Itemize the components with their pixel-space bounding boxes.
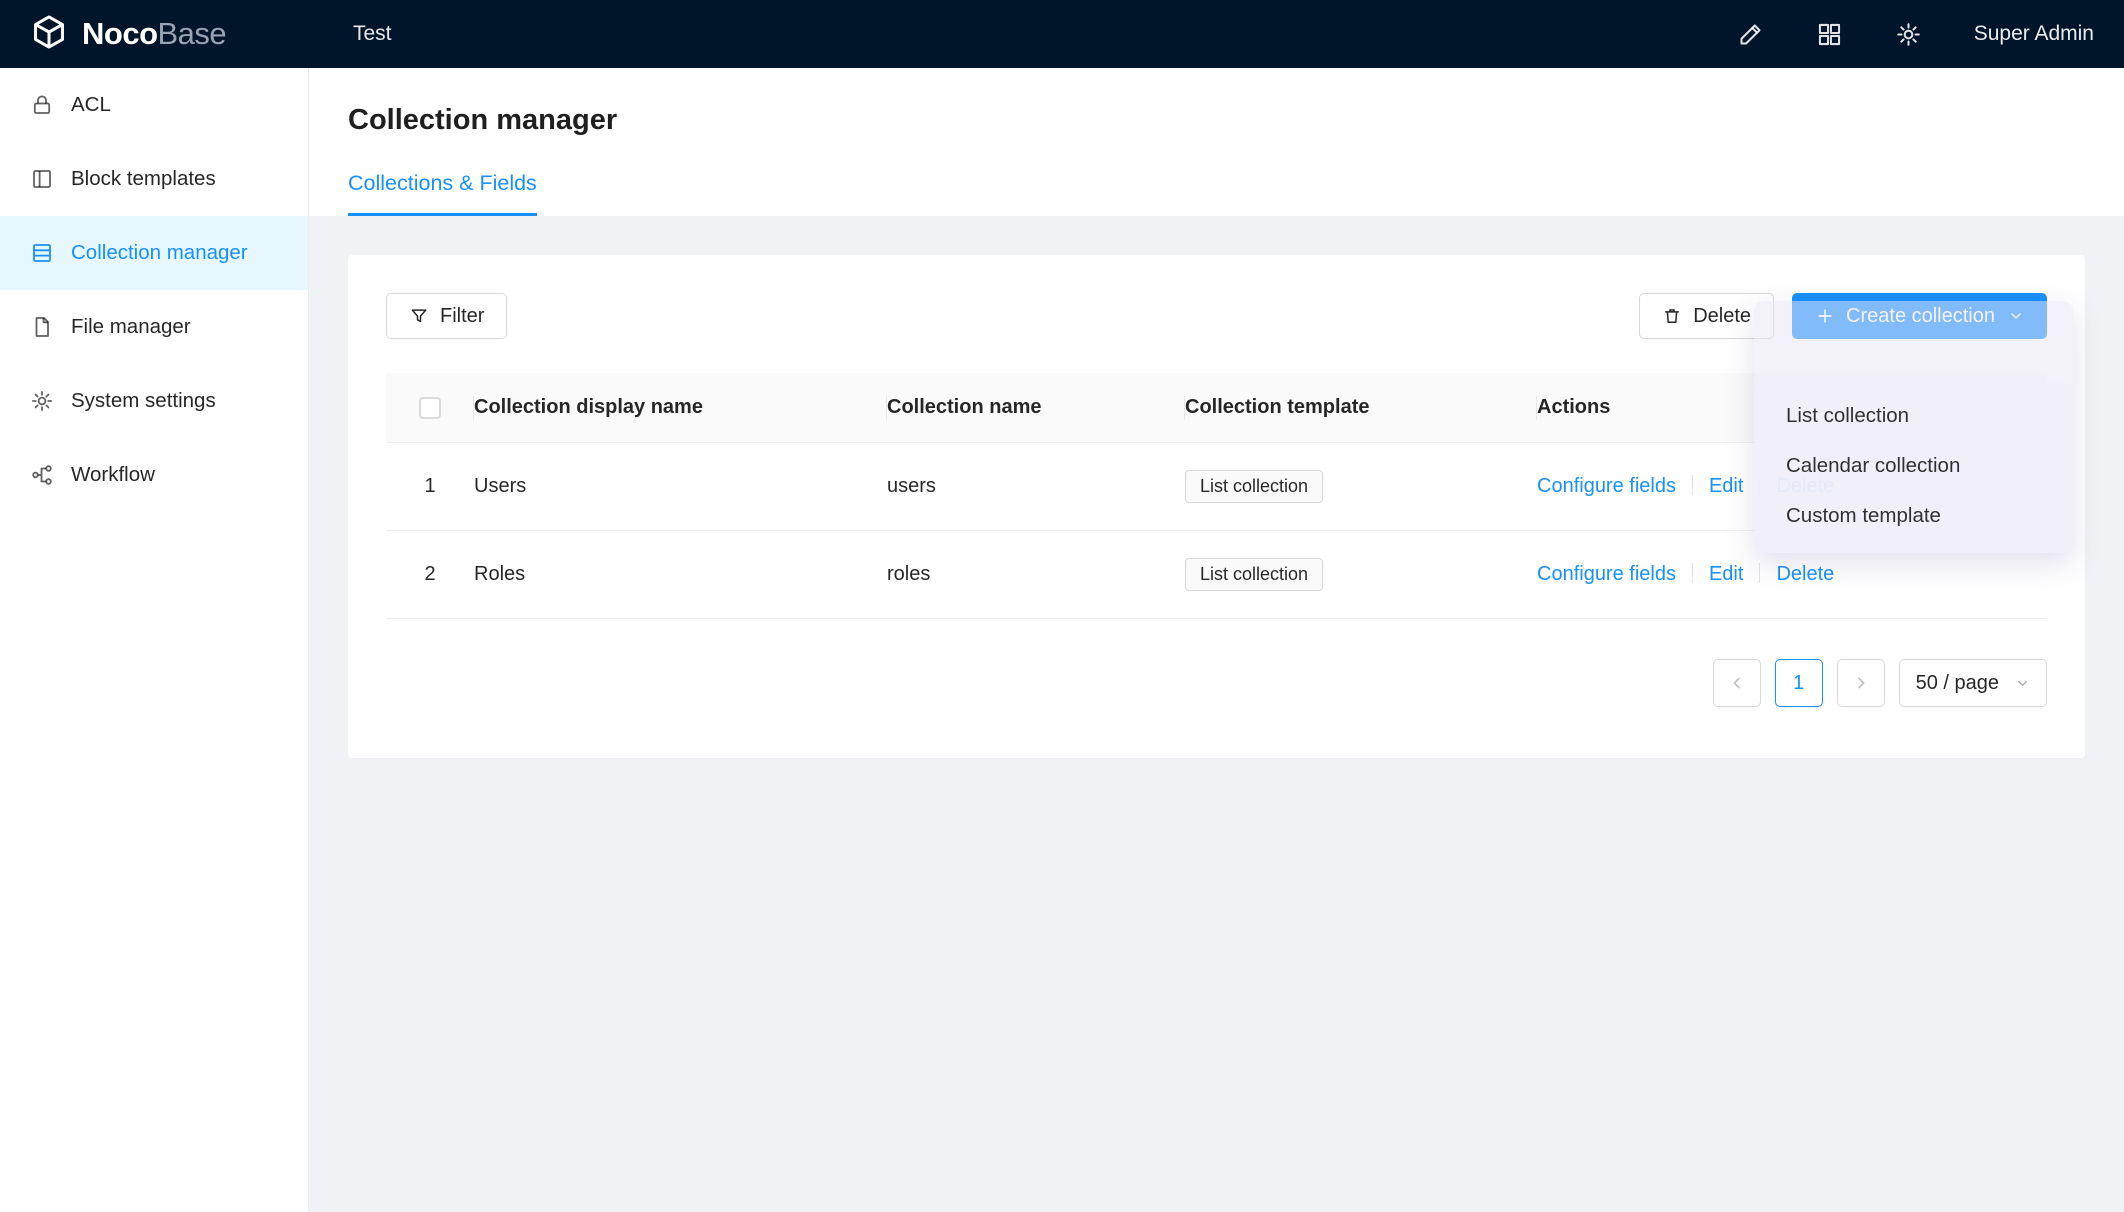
- sidebar-item-label: Collection manager: [71, 241, 248, 265]
- main-area: Collection manager Collections & Fields …: [309, 68, 2124, 1212]
- trash-icon: [1662, 306, 1682, 326]
- cube-logo-icon: [30, 13, 68, 56]
- row-index: 2: [386, 563, 474, 586]
- workflow-icon: [30, 463, 54, 487]
- menu-item-list-collection[interactable]: List collection: [1754, 391, 2073, 441]
- app-screen: NocoBase Test Sup: [0, 0, 2124, 1212]
- blocks-icon[interactable]: [1816, 21, 1843, 48]
- marker-icon[interactable]: [1737, 21, 1764, 48]
- row-collection-name: users: [887, 475, 1185, 498]
- sidebar: ACL Block templates Collection manager: [0, 68, 309, 1212]
- sidebar-item-label: ACL: [71, 93, 111, 117]
- app-logo[interactable]: NocoBase: [0, 13, 309, 56]
- header-right: Super Admin: [1737, 21, 2124, 48]
- sidebar-item-label: Block templates: [71, 167, 216, 191]
- row-collection-template: List collection: [1185, 470, 1537, 503]
- sidebar-item-file-manager[interactable]: File manager: [0, 290, 308, 364]
- gear-icon: [30, 389, 54, 413]
- page-size-select[interactable]: 50 / page: [1899, 659, 2047, 707]
- template-tag: List collection: [1185, 558, 1323, 591]
- nav-item-test[interactable]: Test: [343, 0, 402, 68]
- delete-button-label: Delete: [1693, 305, 1751, 328]
- tab-collections-fields[interactable]: Collections & Fields: [348, 171, 537, 216]
- chevron-right-icon: [1852, 674, 1870, 692]
- action-separator: [1759, 563, 1760, 583]
- configure-fields-link[interactable]: Configure fields: [1537, 475, 1676, 497]
- sidebar-item-collection-manager[interactable]: Collection manager: [0, 216, 308, 290]
- page-size-value: 50 / page: [1916, 672, 1999, 695]
- edit-link[interactable]: Edit: [1709, 563, 1743, 585]
- page-head: Collection manager Collections & Fields: [309, 68, 2124, 216]
- layout-icon: [30, 167, 54, 191]
- action-separator: [1692, 563, 1693, 583]
- logo-text-bold: Noco: [82, 16, 158, 51]
- header-checkbox-cell: [386, 373, 474, 442]
- template-tag: List collection: [1185, 470, 1323, 503]
- logo-text-light: Base: [158, 16, 227, 51]
- page-title: Collection manager: [348, 104, 2085, 137]
- logo-text: NocoBase: [82, 16, 226, 52]
- row-display-name: Users: [474, 475, 887, 498]
- row-display-name: Roles: [474, 563, 887, 586]
- menu-item-calendar-collection[interactable]: Calendar collection: [1754, 441, 2073, 491]
- column-header-display-name: Collection display name: [474, 373, 887, 442]
- filter-icon: [409, 306, 429, 326]
- sidebar-item-acl[interactable]: ACL: [0, 68, 308, 142]
- row-index: 1: [386, 475, 474, 498]
- user-menu[interactable]: Super Admin: [1974, 22, 2094, 46]
- create-collection-dropdown-overlay: List collection Calendar collection Cust…: [1754, 301, 2073, 553]
- top-header: NocoBase Test Sup: [0, 0, 2124, 68]
- sidebar-item-label: Workflow: [71, 463, 155, 487]
- page-number-1[interactable]: 1: [1775, 659, 1823, 707]
- file-icon: [30, 315, 54, 339]
- prev-page-button[interactable]: [1713, 659, 1761, 707]
- sidebar-item-block-templates[interactable]: Block templates: [0, 142, 308, 216]
- filter-button-label: Filter: [440, 305, 484, 328]
- sidebar-item-workflow[interactable]: Workflow: [0, 438, 308, 512]
- column-header-collection-template: Collection template: [1185, 373, 1537, 442]
- next-page-button[interactable]: [1837, 659, 1885, 707]
- header-nav: Test: [309, 0, 402, 68]
- filter-button[interactable]: Filter: [386, 293, 507, 339]
- sidebar-item-label: File manager: [71, 315, 191, 339]
- table-icon: [30, 241, 54, 265]
- row-actions: Configure fields Edit Delete: [1537, 563, 2047, 586]
- menu-item-custom-template[interactable]: Custom template: [1754, 491, 2073, 541]
- configure-fields-link[interactable]: Configure fields: [1537, 563, 1676, 585]
- chevron-down-icon: [2015, 676, 2030, 691]
- select-all-checkbox[interactable]: [419, 397, 441, 419]
- sidebar-item-system-settings[interactable]: System settings: [0, 364, 308, 438]
- tabs-bar: Collections & Fields: [348, 171, 2085, 216]
- create-collection-menu: List collection Calendar collection Cust…: [1754, 383, 2073, 553]
- pagination: 1 50 / page: [386, 659, 2047, 707]
- gear-icon[interactable]: [1895, 21, 1922, 48]
- action-separator: [1692, 475, 1693, 495]
- column-header-collection-name: Collection name: [887, 373, 1185, 442]
- row-collection-template: List collection: [1185, 558, 1537, 591]
- edit-link[interactable]: Edit: [1709, 475, 1743, 497]
- lock-icon: [30, 93, 54, 117]
- row-collection-name: roles: [887, 563, 1185, 586]
- chevron-left-icon: [1728, 674, 1746, 692]
- sidebar-item-label: System settings: [71, 389, 216, 413]
- delete-link[interactable]: Delete: [1776, 563, 1834, 585]
